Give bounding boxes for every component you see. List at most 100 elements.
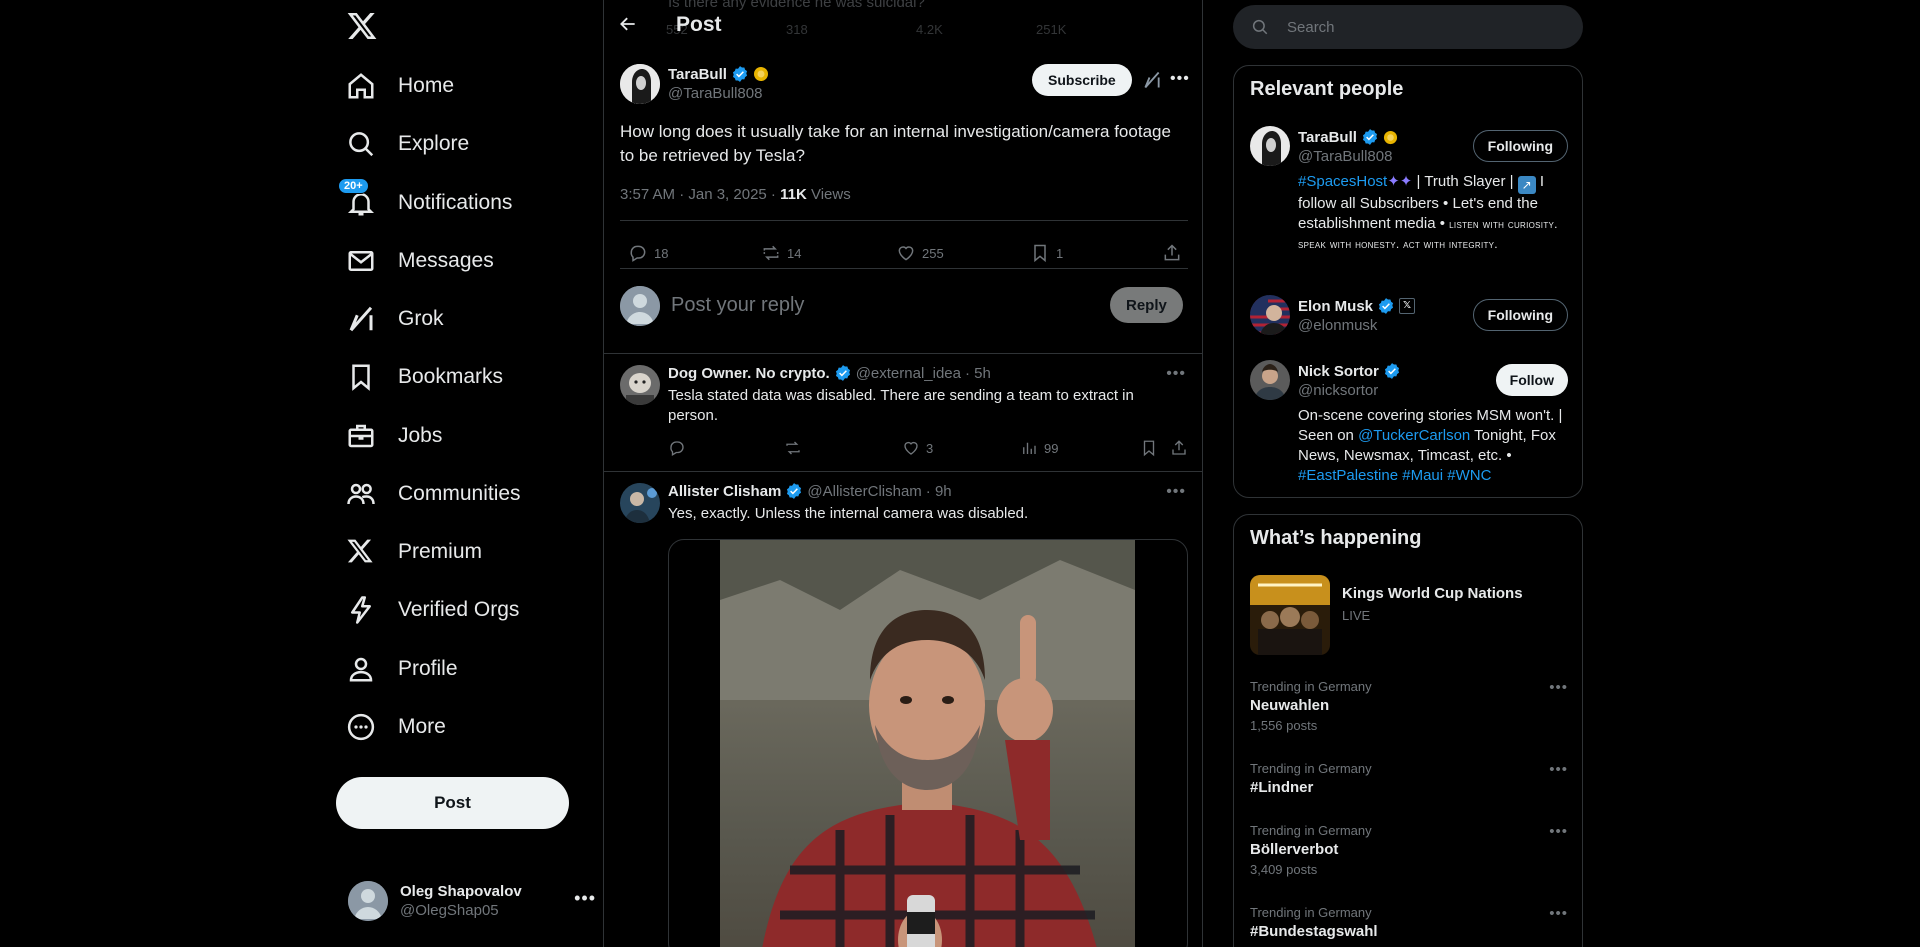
- person-handle: @elonmusk: [1298, 317, 1378, 334]
- avatar[interactable]: [620, 483, 660, 523]
- nav-verified-orgs[interactable]: Verified Orgs: [346, 585, 519, 635]
- person-handle: @nicksortor: [1298, 382, 1379, 399]
- following-button[interactable]: Following: [1472, 299, 1568, 331]
- back-arrow-icon[interactable]: [618, 14, 640, 36]
- bio-hashtag[interactable]: #SpacesHost: [1298, 173, 1387, 190]
- person-bio: On-scene covering stories MSM won't. | S…: [1298, 406, 1568, 486]
- reply-media-gif[interactable]: [668, 539, 1188, 947]
- nav-communities[interactable]: Communities: [346, 469, 521, 519]
- reply-input[interactable]: Post your reply: [671, 294, 804, 317]
- trend-item[interactable]: Trending in Germany #Bundestagswahl •••: [1250, 905, 1568, 940]
- reply-text: Yes, exactly. Unless the internal camera…: [668, 505, 1029, 522]
- account-handle: @OlegShap05: [400, 902, 499, 919]
- avatar[interactable]: [620, 365, 660, 405]
- share-button[interactable]: [1170, 439, 1188, 457]
- avatar[interactable]: [1250, 295, 1290, 335]
- reply-icon: [630, 245, 646, 262]
- nav-explore[interactable]: Explore: [346, 119, 469, 169]
- bookmark-button[interactable]: 1: [1030, 243, 1063, 263]
- share-button[interactable]: [1162, 243, 1182, 263]
- whats-happening-card: What’s happening Kings World Cup Nations…: [1233, 514, 1583, 947]
- like-button[interactable]: 255: [896, 243, 944, 263]
- x-logo-icon[interactable]: [346, 10, 384, 48]
- bio-mention[interactable]: @TuckerCarlson: [1358, 427, 1470, 444]
- reply-tweet[interactable]: Dog Owner. No crypto. @external_idea · 5…: [604, 355, 1202, 471]
- tweet-timestamp[interactable]: 3:57 AM · Jan 3, 2025 ·: [620, 186, 780, 203]
- reply-button[interactable]: [668, 439, 686, 457]
- more-dots-icon[interactable]: •••: [1549, 823, 1568, 840]
- author-name[interactable]: TaraBull: [668, 65, 769, 83]
- live-event[interactable]: Kings World Cup Nations LIVE: [1250, 575, 1568, 655]
- author-handle[interactable]: @TaraBull808: [668, 85, 762, 102]
- person-nicksortor[interactable]: Nick Sortor @nicksortor Follow On-scene …: [1250, 360, 1568, 484]
- repost-button[interactable]: 14: [761, 243, 801, 263]
- nav-notifications[interactable]: 20+ Notifications: [338, 178, 513, 228]
- nav-home-label: Home: [398, 74, 455, 97]
- person-elonmusk[interactable]: Elon Musk 𝕏 @elonmusk Following: [1250, 295, 1568, 339]
- trend-category: Trending in Germany: [1250, 679, 1372, 694]
- search-icon: [1252, 19, 1268, 35]
- reply-tweet[interactable]: Allister Clisham @AllisterClisham · 9h •…: [604, 473, 1202, 947]
- more-dots-icon[interactable]: •••: [574, 888, 596, 909]
- person-name-text: Nick Sortor: [1298, 362, 1379, 380]
- trend-item[interactable]: Trending in Germany Neuwahlen 1,556 post…: [1250, 679, 1568, 733]
- grok-icon[interactable]: [1142, 70, 1162, 90]
- nav-communities-label: Communities: [398, 482, 521, 505]
- more-dots-icon[interactable]: •••: [1549, 679, 1568, 696]
- trend-title: #Bundestagswahl: [1250, 923, 1378, 940]
- trend-category: Trending in Germany: [1250, 823, 1372, 838]
- follow-button[interactable]: Follow: [1495, 364, 1568, 396]
- more-dots-icon[interactable]: •••: [1549, 905, 1568, 922]
- reply-time[interactable]: · 5h: [965, 365, 991, 382]
- account-switcher[interactable]: Oleg Shapovalov @OlegShap05 •••: [348, 876, 596, 926]
- person-tarabull[interactable]: TaraBull @TaraBull808 Following #SpacesH…: [1250, 126, 1568, 276]
- nav-more[interactable]: More: [346, 702, 446, 752]
- verified-badge-icon: [1378, 298, 1394, 314]
- more-dots-icon[interactable]: •••: [1549, 761, 1568, 778]
- post-header: Is there any evidence he was suicidal? 5…: [604, 0, 1202, 53]
- views-button[interactable]: 99: [1020, 439, 1058, 457]
- bookmark-count: 1: [1056, 245, 1064, 261]
- page-title: Post: [676, 13, 722, 36]
- bio-hashtags[interactable]: #EastPalestine #Maui #WNC: [1298, 467, 1491, 484]
- repost-button[interactable]: [784, 439, 802, 457]
- nav-messages[interactable]: Messages: [346, 236, 494, 286]
- like-button[interactable]: 3: [902, 439, 933, 457]
- person-name: Nick Sortor: [1298, 362, 1401, 380]
- reply-actions: 3 99: [668, 439, 1188, 459]
- avatar[interactable]: [620, 64, 660, 104]
- bookmark-button[interactable]: [1140, 439, 1158, 457]
- subscribe-button[interactable]: Subscribe: [1032, 64, 1132, 96]
- search-input[interactable]: Search: [1233, 5, 1583, 49]
- card-title: What’s happening: [1250, 527, 1422, 549]
- nav-bookmarks[interactable]: Bookmarks: [346, 352, 503, 402]
- more-dots-icon[interactable]: •••: [1166, 483, 1186, 501]
- author-name[interactable]: Dog Owner. No crypto.: [668, 365, 830, 382]
- author-handle[interactable]: @external_idea: [856, 365, 961, 382]
- search-placeholder: Search: [1287, 18, 1335, 36]
- nav-profile[interactable]: Profile: [346, 644, 458, 694]
- nav-home[interactable]: Home: [346, 61, 454, 111]
- reply-header: Allister Clisham @AllisterClisham · 9h: [668, 482, 952, 500]
- more-dots-icon[interactable]: •••: [1170, 70, 1190, 88]
- author-handle[interactable]: @AllisterClisham: [807, 483, 921, 500]
- heart-icon: [904, 441, 918, 455]
- reply-button[interactable]: 18: [628, 243, 668, 263]
- nav-grok[interactable]: Grok: [346, 294, 444, 344]
- reply-time[interactable]: · 9h: [926, 483, 952, 500]
- author-name[interactable]: Allister Clisham: [668, 483, 781, 500]
- avatar[interactable]: [1250, 360, 1290, 400]
- following-button[interactable]: Following: [1472, 130, 1568, 162]
- nav-jobs[interactable]: Jobs: [346, 411, 442, 461]
- person-name-text: Elon Musk: [1298, 297, 1374, 315]
- trend-item[interactable]: Trending in Germany Böllerverbot 3,409 p…: [1250, 823, 1568, 877]
- nav-notifications-label: Notifications: [398, 191, 513, 214]
- people-icon: [346, 479, 376, 509]
- more-dots-icon[interactable]: •••: [1166, 365, 1186, 383]
- reply-submit-button[interactable]: Reply: [1110, 287, 1183, 323]
- post-button[interactable]: Post: [336, 777, 569, 829]
- trend-item[interactable]: Trending in Germany #Lindner •••: [1250, 761, 1568, 796]
- nav-premium[interactable]: Premium: [346, 527, 482, 577]
- nav-verified-orgs-label: Verified Orgs: [398, 598, 520, 621]
- avatar[interactable]: [1250, 126, 1290, 166]
